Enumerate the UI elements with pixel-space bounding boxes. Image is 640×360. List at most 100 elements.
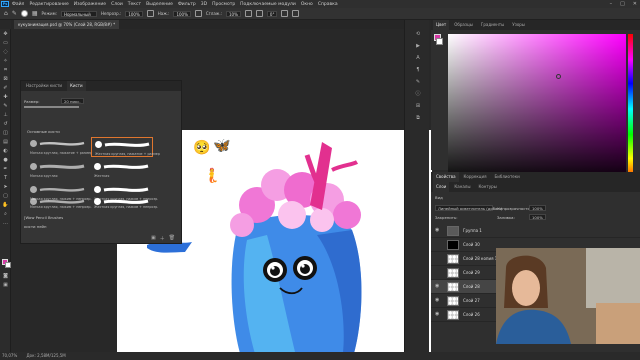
opacity-field[interactable]: 100%: [125, 10, 143, 17]
pen-tool-icon[interactable]: ✒: [2, 166, 9, 173]
size-pressure-icon[interactable]: [281, 10, 289, 17]
tab-layers[interactable]: Слои: [433, 182, 450, 192]
brush-tool-icon[interactable]: ✎: [2, 103, 9, 110]
fill-field[interactable]: 100%: [529, 214, 546, 220]
hue-slider[interactable]: [628, 34, 633, 184]
move-tool-icon[interactable]: ✥: [2, 31, 9, 38]
menu-plugins[interactable]: Подключаемые модули: [240, 2, 296, 7]
history-icon[interactable]: ⟲: [414, 30, 422, 38]
brush-preset-7[interactable]: Мягкая круглая, нажим + непрозр.: [27, 195, 92, 209]
minimize-icon[interactable]: –: [610, 1, 613, 7]
brush-size-slider[interactable]: [24, 106, 79, 108]
new-group-icon[interactable]: ▣: [151, 235, 156, 242]
document-tab[interactable]: кукуанимация.psd @ 70% (Слой 28, RGB/8#)…: [14, 20, 120, 29]
screen-mode-icon[interactable]: ▣: [2, 282, 9, 289]
angle-icon[interactable]: [255, 10, 263, 17]
brush-preset-picker[interactable]: [20, 10, 28, 17]
home-icon[interactable]: ⌂: [4, 10, 8, 17]
zoom-tool-icon[interactable]: ⌕: [2, 211, 9, 218]
glyphs-icon[interactable]: A: [414, 54, 422, 62]
angle-field[interactable]: 0°: [266, 10, 278, 17]
brush-size-field[interactable]: 20 пикс.: [61, 98, 84, 104]
document-info[interactable]: Док: 2,58М/125,5М: [27, 353, 66, 358]
history-brush-tool-icon[interactable]: ↺: [2, 121, 9, 128]
gradient-tool-icon[interactable]: ▤: [2, 139, 9, 146]
menu-filter[interactable]: Фильтр: [178, 2, 196, 7]
brush-folder-1[interactable]: [Wow Pencil Brushes: [24, 215, 63, 220]
new-brush-icon[interactable]: ＋: [160, 235, 165, 242]
flow-field[interactable]: 100%: [173, 10, 191, 17]
tab-libraries[interactable]: Библиотеки: [492, 172, 523, 182]
menu-select[interactable]: Выделение: [146, 2, 173, 7]
path-select-tool-icon[interactable]: ➤: [2, 184, 9, 191]
brush-tool-icon[interactable]: ✎: [12, 10, 17, 17]
brush-preset-3[interactable]: Мягкая круглая: [27, 160, 89, 180]
brush-preset-2[interactable]: Жесткая круглая, нажатие + размер: [91, 137, 160, 157]
eyedropper-tool-icon[interactable]: ✐: [2, 85, 9, 92]
mode-dropdown[interactable]: Нормальный: [60, 10, 97, 17]
visibility-eye-icon[interactable]: ◉: [435, 283, 441, 289]
color-picker-cursor[interactable]: [556, 74, 561, 79]
tab-patterns[interactable]: Узоры: [509, 20, 528, 30]
menu-3d[interactable]: 3D: [201, 2, 207, 7]
brush-preset-4[interactable]: Жесткая: [91, 160, 153, 180]
photoshop-logo-icon[interactable]: Ps: [1, 1, 9, 7]
tab-swatches[interactable]: Образцы: [451, 20, 476, 30]
lasso-tool-icon[interactable]: ◌: [2, 49, 9, 56]
layer-filter-label[interactable]: Вид: [435, 195, 443, 200]
visibility-eye-icon[interactable]: ◉: [435, 227, 441, 233]
artboard-tool-icon[interactable]: ▭: [2, 40, 9, 47]
layer-opacity-field[interactable]: 100%: [529, 205, 546, 211]
brush-preset-8[interactable]: Жесткая круглая, нажим + непрозр.: [91, 195, 158, 209]
paragraph-icon[interactable]: ¶: [414, 66, 422, 74]
tab-brushes[interactable]: Кисти: [67, 81, 86, 91]
brushes-icon[interactable]: ✎: [414, 78, 422, 86]
crop-tool-icon[interactable]: ⌗: [2, 67, 9, 74]
menu-view[interactable]: Просмотр: [212, 2, 235, 7]
opacity-pressure-icon[interactable]: [146, 10, 154, 17]
actions-icon[interactable]: ▶: [414, 42, 422, 50]
background-color-chip[interactable]: [436, 38, 443, 45]
close-icon[interactable]: ✕: [633, 1, 637, 7]
tab-brush-settings[interactable]: Настройки кисти: [23, 81, 65, 91]
tab-adjustments[interactable]: Коррекция: [461, 172, 490, 182]
tab-gradients[interactable]: Градиенты: [478, 20, 507, 30]
visibility-eye-icon[interactable]: ◉: [435, 311, 441, 317]
type-tool-icon[interactable]: T: [2, 175, 9, 182]
quick-mask-icon[interactable]: ◙: [2, 273, 9, 280]
tab-channels[interactable]: Каналы: [451, 182, 473, 192]
blend-mode-dropdown[interactable]: Линейный осветлитель (добав.): [435, 205, 502, 211]
info-icon[interactable]: ⓘ: [414, 90, 422, 98]
tab-properties[interactable]: Свойства: [433, 172, 459, 182]
stamp-tool-icon[interactable]: ⊥: [2, 112, 9, 119]
brush-group-label[interactable]: Основные кисти: [27, 129, 60, 134]
menu-window[interactable]: Окно: [301, 2, 313, 7]
hand-tool-icon[interactable]: ✋: [2, 202, 9, 209]
menu-image[interactable]: Изображение: [74, 2, 106, 7]
menu-help[interactable]: Справка: [318, 2, 338, 7]
brush-folder-2[interactable]: кисти пейн: [24, 224, 47, 229]
shape-tool-icon[interactable]: ▢: [2, 193, 9, 200]
smoothing-options-icon[interactable]: [244, 10, 252, 17]
airbrush-icon[interactable]: [194, 10, 202, 17]
menu-text[interactable]: Текст: [128, 2, 141, 7]
smoothing-field[interactable]: 10%: [226, 10, 241, 17]
layer-row[interactable]: ◉ Группа 1: [431, 224, 640, 238]
zoom-level[interactable]: 70,07%: [2, 353, 17, 358]
blur-tool-icon[interactable]: ◐: [2, 148, 9, 155]
frame-tool-icon[interactable]: ⊠: [2, 76, 9, 83]
delete-brush-icon[interactable]: 🗑: [169, 235, 175, 242]
more-tools-icon[interactable]: …: [2, 220, 9, 227]
tab-paths[interactable]: Контуры: [475, 182, 499, 192]
clone-source-icon[interactable]: ⧉: [414, 114, 422, 122]
visibility-eye-icon[interactable]: ◉: [435, 297, 441, 303]
eraser-tool-icon[interactable]: ◫: [2, 130, 9, 137]
menu-file[interactable]: Файл: [12, 2, 24, 7]
brush-preset-1[interactable]: Мягкая круглая, нажатие + размер: [27, 137, 92, 157]
timeline-icon[interactable]: ⊞: [414, 102, 422, 110]
saturation-brightness-field[interactable]: [448, 34, 626, 184]
maximize-icon[interactable]: □: [620, 1, 625, 7]
quick-select-tool-icon[interactable]: ✧: [2, 58, 9, 65]
brush-settings-icon[interactable]: ▦: [32, 10, 38, 17]
menu-edit[interactable]: Редактирование: [29, 2, 68, 7]
